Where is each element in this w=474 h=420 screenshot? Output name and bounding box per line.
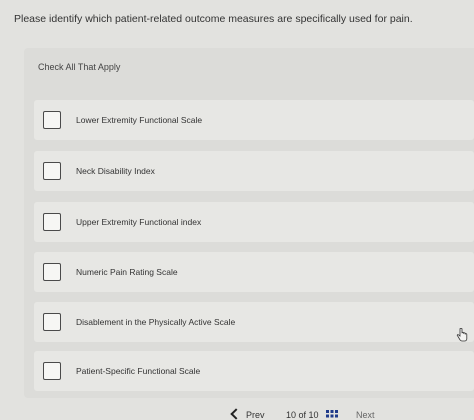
prev-label: Prev xyxy=(246,410,265,420)
checkbox[interactable] xyxy=(43,213,61,231)
option-label: Upper Extremity Functional index xyxy=(76,217,202,227)
option-label: Lower Extremity Functional Scale xyxy=(76,115,203,125)
option-label: Disablement in the Physically Active Sca… xyxy=(76,317,236,327)
checkbox[interactable] xyxy=(43,111,61,129)
hand-cursor-icon xyxy=(456,328,468,342)
option-label: Patient-Specific Functional Scale xyxy=(76,366,201,376)
footer-nav: Prev 10 of 10 Next xyxy=(0,408,474,420)
page-counter: 10 of 10 xyxy=(286,410,319,420)
option-row[interactable]: Neck Disability Index xyxy=(34,151,474,191)
checkbox[interactable] xyxy=(43,313,61,331)
next-button[interactable]: Next xyxy=(356,410,375,420)
instruction-text: Check All That Apply xyxy=(38,62,121,72)
checkbox[interactable] xyxy=(43,362,61,380)
option-row[interactable]: Numeric Pain Rating Scale xyxy=(34,252,474,292)
option-row[interactable]: Disablement in the Physically Active Sca… xyxy=(34,302,474,342)
option-row[interactable]: Patient-Specific Functional Scale xyxy=(34,351,474,391)
option-row[interactable]: Lower Extremity Functional Scale xyxy=(34,100,474,140)
option-row[interactable]: Upper Extremity Functional index xyxy=(34,202,474,242)
option-label: Neck Disability Index xyxy=(76,166,155,176)
checkbox[interactable] xyxy=(43,162,61,180)
option-label: Numeric Pain Rating Scale xyxy=(76,267,178,277)
checkbox[interactable] xyxy=(43,263,61,281)
question-text: Please identify which patient-related ou… xyxy=(14,13,413,25)
grid-icon[interactable] xyxy=(326,410,338,418)
prev-button[interactable]: Prev xyxy=(230,408,265,420)
